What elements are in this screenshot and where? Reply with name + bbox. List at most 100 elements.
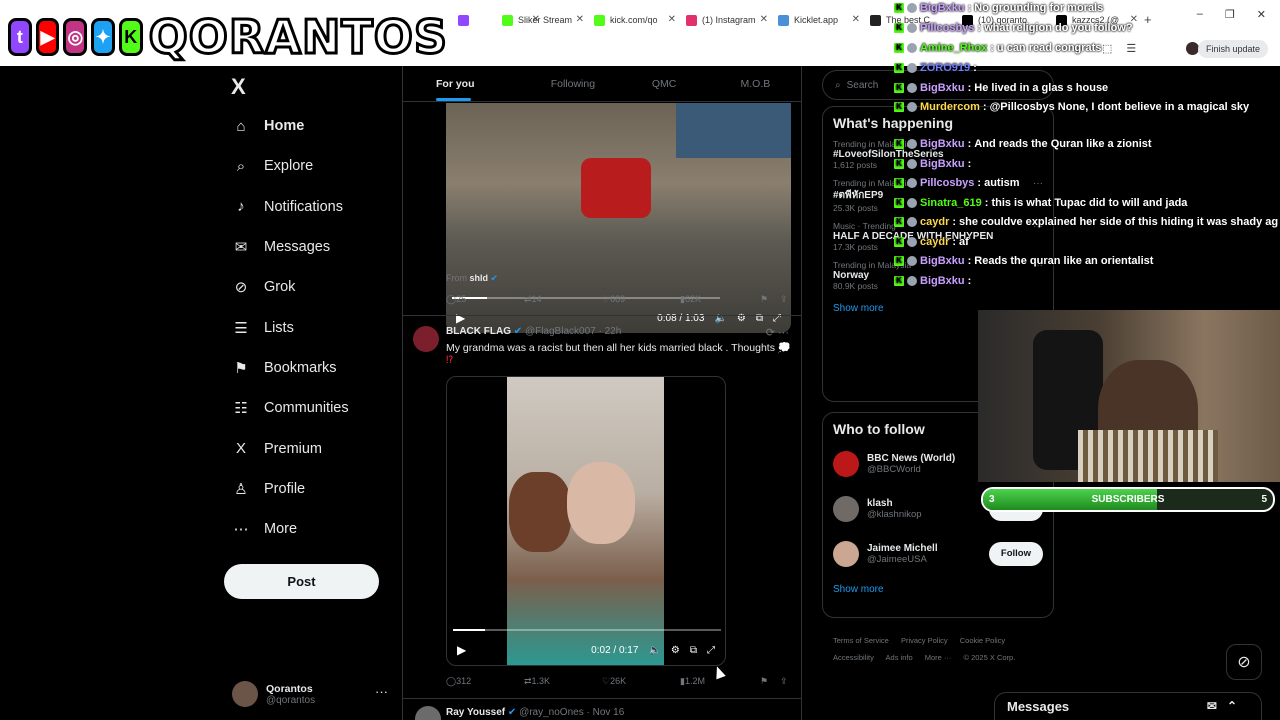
play-icon[interactable]: ▶ bbox=[457, 643, 466, 657]
chat-username[interactable]: BigBxku bbox=[920, 275, 965, 287]
tab-for-you[interactable]: For you bbox=[403, 66, 527, 101]
views-button[interactable]: ▮ 62K bbox=[680, 294, 701, 305]
close-icon[interactable]: ✕ bbox=[668, 14, 676, 25]
drawer-icons[interactable]: ✉⌃ bbox=[1207, 699, 1247, 713]
chat-username[interactable]: Amine_Rhox bbox=[920, 42, 987, 54]
footer-link[interactable]: Terms of Service bbox=[833, 636, 889, 645]
play-icon[interactable]: ▶ bbox=[456, 311, 465, 325]
chat-username[interactable]: BigBxku bbox=[920, 2, 965, 14]
chat-username[interactable]: ZORO919 bbox=[920, 62, 970, 74]
chat-username[interactable]: BigBxku bbox=[920, 255, 965, 267]
footer-link[interactable]: Privacy Policy bbox=[901, 636, 948, 645]
browser-tab[interactable]: kick.com/qo ✕ bbox=[588, 8, 680, 32]
messages-title: Messages bbox=[1007, 699, 1070, 714]
tab-favicon bbox=[870, 14, 881, 26]
tweet-header: Ray Youssef ✔ @ray_noOnes · Nov 16 bbox=[446, 707, 624, 718]
sidebar-item-lists[interactable]: ☰ Lists bbox=[228, 307, 398, 347]
messages-drawer[interactable]: Messages ✉⌃ bbox=[994, 692, 1262, 720]
sidebar-item-communities[interactable]: ☷ Communities bbox=[228, 388, 398, 428]
volume-icon[interactable]: 🔈 bbox=[648, 645, 660, 656]
tab-following[interactable]: Following bbox=[527, 66, 618, 101]
browser-tab[interactable]: (1) Instagram ✕ bbox=[680, 8, 772, 32]
avatar[interactable] bbox=[415, 706, 441, 720]
video-player[interactable]: ▶ 0:02 / 0:17 🔈 ⚙ ⧉ ⤢ bbox=[446, 376, 726, 666]
x-logo-icon[interactable]: X bbox=[231, 74, 246, 100]
share-icon[interactable]: ⇪ bbox=[780, 676, 788, 687]
views-button[interactable]: ▮ 1.2M bbox=[680, 676, 705, 687]
chat-username[interactable]: Murdercom bbox=[920, 101, 980, 113]
chat-badge-icon bbox=[907, 63, 917, 73]
from-name[interactable]: shld bbox=[470, 273, 489, 283]
sidebar-item-grok[interactable]: ⊘ Grok bbox=[228, 267, 398, 307]
more-icon[interactable]: ··· bbox=[375, 684, 388, 699]
bookmark-icon[interactable]: ⚑ bbox=[760, 294, 768, 305]
chat-username[interactable]: caydr bbox=[920, 236, 949, 248]
author-name[interactable]: Ray Youssef bbox=[446, 707, 505, 718]
chat-separator: : bbox=[984, 197, 989, 209]
subscriber-goal-bar: 3 SUBSCRIBERS 5 bbox=[981, 487, 1275, 512]
close-icon[interactable]: ✕ bbox=[852, 14, 860, 25]
repost-button[interactable]: ⇄ 1.3K bbox=[524, 676, 550, 687]
video-scrubber[interactable] bbox=[453, 629, 721, 631]
follow-suggestion[interactable]: Jaimee Michell @JaimeeUSA Follow bbox=[823, 531, 1053, 576]
sidebar-item-profile[interactable]: ♙ Profile bbox=[228, 469, 398, 509]
like-button[interactable]: ♡ 689 bbox=[602, 294, 625, 305]
chat-separator: : bbox=[967, 158, 972, 170]
like-button[interactable]: ♡ 26K bbox=[602, 676, 626, 687]
grok-float-button[interactable]: ⊘ bbox=[1226, 644, 1262, 680]
chat-username[interactable]: BigBxku bbox=[920, 138, 965, 150]
chat-username[interactable]: BigBxku bbox=[920, 158, 965, 170]
close-icon[interactable]: ✕ bbox=[760, 14, 768, 25]
sidebar-item-home[interactable]: ⌂ Home bbox=[228, 106, 398, 146]
browser-tab[interactable]: Sliker Stream ✕ bbox=[496, 8, 588, 32]
sidebar-item-more[interactable]: ⋯ More bbox=[228, 509, 398, 549]
tweet-time[interactable]: · Nov 16 bbox=[586, 707, 624, 718]
chat-text: this is what Tupac did to will and jada bbox=[991, 197, 1188, 209]
repost-button[interactable]: ⇄ 14 bbox=[524, 294, 542, 305]
sidebar-item-explore[interactable]: ⌕ Explore bbox=[228, 146, 398, 186]
reply-button[interactable]: ◯ 25 bbox=[446, 294, 466, 305]
account-switcher[interactable]: Qorantos @qorantos ··· bbox=[232, 678, 392, 710]
bookmark-icon[interactable]: ⚑ bbox=[760, 676, 768, 687]
post-button[interactable]: Post bbox=[224, 564, 379, 599]
pip-icon[interactable]: ⧉ bbox=[690, 645, 697, 656]
author-name[interactable]: BLACK FLAG bbox=[446, 326, 511, 337]
tweet-time[interactable]: · 22h bbox=[598, 326, 621, 337]
footer-link[interactable]: Accessibility bbox=[833, 653, 874, 662]
address-bar[interactable] bbox=[450, 38, 950, 60]
youtube-icon: ▶ bbox=[35, 18, 60, 56]
browser-tab[interactable]: Kicklet.app ✕ bbox=[772, 8, 864, 32]
chat-username[interactable]: Sinatra_619 bbox=[920, 197, 982, 209]
footer-link[interactable]: More ··· bbox=[925, 653, 952, 662]
video-controls: ▶ 0:02 / 0:17 🔈 ⚙ ⧉ ⤢ bbox=[447, 635, 725, 665]
chat-username[interactable]: Pillcosbys bbox=[920, 177, 974, 189]
chat-username[interactable]: Pillcosbys bbox=[920, 22, 974, 34]
more-icon[interactable]: ⟳ ··· bbox=[766, 326, 789, 339]
sidebar-item-notifications[interactable]: ♪ Notifications bbox=[228, 187, 398, 227]
fullscreen-icon[interactable]: ⤢ bbox=[707, 645, 715, 656]
follow-button[interactable]: Follow bbox=[988, 542, 1043, 566]
author-handle[interactable]: @FlagBlack007 bbox=[525, 326, 596, 337]
footer-link[interactable]: Cookie Policy bbox=[960, 636, 1005, 645]
sidebar-item-premium[interactable]: X Premium bbox=[228, 428, 398, 468]
share-icon[interactable]: ⇪ bbox=[780, 294, 788, 305]
avatar[interactable] bbox=[413, 326, 439, 352]
kick-badge-icon: K bbox=[894, 3, 904, 13]
footer-link[interactable]: Ads info bbox=[886, 653, 913, 662]
close-icon[interactable]: ✕ bbox=[576, 14, 584, 25]
settings-icon[interactable]: ⚙ bbox=[671, 645, 680, 656]
kick-badge-icon: K bbox=[894, 23, 904, 33]
repost-count: 14 bbox=[531, 294, 542, 304]
sidebar-item-bookmarks[interactable]: ⚑ Bookmarks bbox=[228, 348, 398, 388]
chat-badge-icon bbox=[907, 83, 917, 93]
reply-button[interactable]: ◯ 312 bbox=[446, 676, 471, 687]
tab-mob[interactable]: M.O.B bbox=[710, 66, 801, 101]
tab-qmc[interactable]: QMC bbox=[619, 66, 710, 101]
chat-username[interactable]: BigBxku bbox=[920, 82, 965, 94]
chat-username[interactable]: caydr bbox=[920, 216, 949, 228]
show-more-link[interactable]: Show more bbox=[823, 576, 1053, 603]
chat-badge-icon bbox=[907, 102, 917, 112]
sidebar-item-messages[interactable]: ✉ Messages bbox=[228, 227, 398, 267]
author-handle[interactable]: @ray_noOnes bbox=[519, 707, 584, 718]
kick-badge-icon: K bbox=[894, 159, 904, 169]
